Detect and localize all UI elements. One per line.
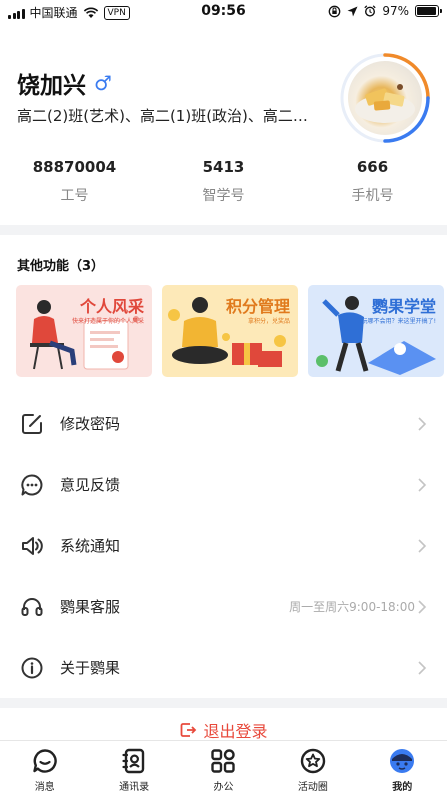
settings-menu: 修改密码 意见反馈 系统通知 鹦果客服 周一至周六9:00-18:00 关于鹦果 — [0, 393, 447, 698]
location-arrow-icon — [347, 6, 358, 16]
chevron-right-icon — [418, 660, 427, 675]
card-personal-style[interactable]: 个人风采 快来打造属于你的个人风采 — [16, 285, 152, 377]
card-subtitle: 拿积分，兑奖品 — [247, 318, 290, 325]
info-icon — [21, 657, 43, 678]
tab-contacts[interactable]: 通讯录 — [89, 741, 178, 794]
chat-bubble-icon — [21, 473, 43, 495]
tab-messages[interactable]: 消息 — [0, 741, 89, 794]
chevron-right-icon — [418, 599, 427, 614]
card-subtitle: 快来打造属于你的个人风采 — [71, 318, 144, 325]
stat-label: 智学号 — [202, 188, 245, 204]
profile-icon — [390, 749, 415, 773]
status-bar: 中国联通 VPN 09:56 97% — [0, 0, 447, 24]
speaker-icon — [22, 536, 43, 555]
menu-item-feedback[interactable]: 意见反馈 — [0, 454, 447, 515]
logout-button[interactable]: 退出登录 — [0, 718, 447, 742]
tab-label: 消息 — [34, 782, 55, 793]
tab-office[interactable]: 办公 — [179, 741, 268, 794]
card-points-management[interactable]: 积分管理 拿积分，兑奖品 — [162, 285, 298, 377]
card-subtitle: 玩哪不会用？来这里开搞了! — [361, 318, 436, 325]
logout-icon — [181, 723, 197, 737]
tab-label: 活动圈 — [297, 782, 328, 793]
alarm-icon — [364, 5, 376, 17]
chevron-right-icon — [418, 477, 427, 492]
card-title: 积分管理 — [225, 297, 290, 316]
stat-value: 5413 — [202, 158, 245, 176]
headset-icon — [21, 597, 43, 616]
tab-label: 通讯录 — [119, 782, 150, 793]
battery-percent: 97% — [382, 4, 409, 18]
edit-icon — [22, 413, 42, 434]
avatar-photo — [348, 61, 422, 135]
stat-label: 手机号 — [351, 188, 394, 204]
stat-phone: 666 手机号 — [298, 158, 447, 205]
stat-staff-id: 88870004 工号 — [0, 158, 149, 205]
profile-header: 饶加兴 ♂ 高二(2)班(艺术)、高二(1)班(政治)、高二… 88870004… — [0, 40, 447, 225]
section-divider — [0, 225, 447, 235]
logout-label: 退出登录 — [203, 722, 268, 741]
stat-zhixue-id: 5413 智学号 — [149, 158, 298, 205]
male-gender-icon: ♂ — [94, 71, 112, 95]
chevron-right-icon — [418, 538, 427, 553]
contacts-icon — [122, 748, 145, 774]
avatar[interactable] — [339, 52, 431, 144]
tab-mine[interactable]: 我的 — [358, 741, 447, 794]
menu-item-about[interactable]: 关于鹦果 — [0, 637, 447, 698]
battery-icon — [415, 5, 442, 17]
card-title: 个人风采 — [79, 297, 144, 316]
orientation-lock-icon — [328, 5, 341, 17]
tab-activity-circle[interactable]: 活动圈 — [268, 741, 357, 794]
menu-label: 鹦果客服 — [60, 598, 121, 616]
message-icon — [32, 749, 57, 773]
apps-grid-icon — [211, 749, 236, 773]
menu-label: 意见反馈 — [60, 476, 121, 494]
card-title: 鹦果学堂 — [371, 297, 436, 316]
stat-label: 工号 — [60, 188, 89, 204]
menu-item-change-password[interactable]: 修改密码 — [0, 393, 447, 454]
function-cards: 个人风采 快来打造属于你的个人风采 积分管理 拿积分，兑奖品 鹦果学堂 玩哪不会… — [16, 285, 444, 377]
menu-label: 修改密码 — [60, 415, 121, 433]
service-hours: 周一至周六9:00-18:00 — [289, 600, 415, 614]
menu-label: 系统通知 — [60, 537, 121, 555]
activity-icon — [300, 748, 326, 774]
card-yingguo-academy[interactable]: 鹦果学堂 玩哪不会用？来这里开搞了! — [308, 285, 444, 377]
stat-value: 88870004 — [32, 158, 117, 176]
other-functions-title: 其他功能（3） — [17, 259, 105, 274]
tab-label: 我的 — [392, 782, 413, 793]
bottom-tab-bar: 消息 通讯录 办公 活动圈 我的 — [0, 740, 447, 794]
stats-row: 88870004 工号 5413 智学号 666 手机号 — [0, 158, 447, 205]
menu-item-system-notice[interactable]: 系统通知 — [0, 515, 447, 576]
chevron-right-icon — [418, 416, 427, 431]
menu-label: 关于鹦果 — [60, 659, 121, 677]
menu-item-customer-service[interactable]: 鹦果客服 周一至周六9:00-18:00 — [0, 576, 447, 637]
class-list[interactable]: 高二(2)班(艺术)、高二(1)班(政治)、高二… — [17, 105, 327, 126]
user-name: 饶加兴 — [17, 73, 86, 99]
stat-value: 666 — [356, 158, 389, 176]
section-divider — [0, 698, 447, 708]
tab-label: 办公 — [213, 782, 234, 793]
